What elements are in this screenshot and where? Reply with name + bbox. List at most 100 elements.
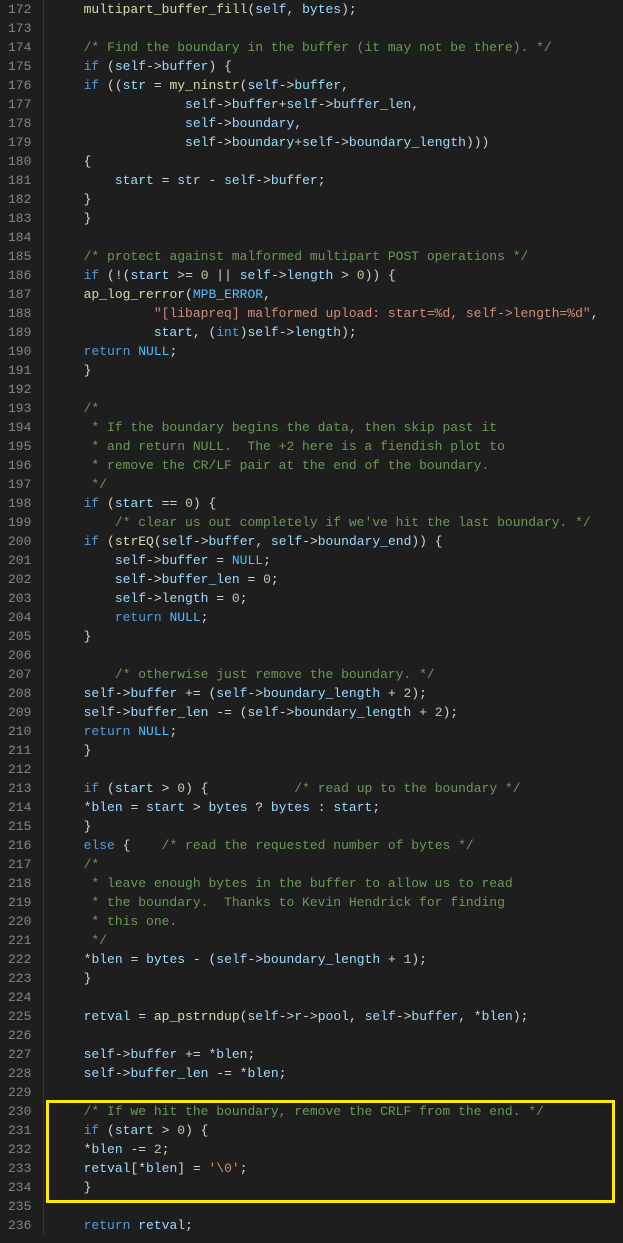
token-num: 0 [263, 572, 271, 587]
token-ws [52, 1009, 83, 1024]
token-op: } [84, 743, 92, 758]
code-line[interactable]: *blen -= 2; [52, 1140, 623, 1159]
code-line[interactable]: if (self->buffer) { [52, 57, 623, 76]
code-line[interactable]: /* protect against malformed multipart P… [52, 247, 623, 266]
token-op: , [263, 287, 271, 302]
code-line[interactable] [52, 1197, 623, 1216]
code-line[interactable]: return NULL; [52, 608, 623, 627]
code-line[interactable]: self->buffer_len -= (self->boundary_leng… [52, 703, 623, 722]
code-line[interactable]: { [52, 152, 623, 171]
code-line[interactable]: self->length = 0; [52, 589, 623, 608]
code-line[interactable]: retval[*blen] = '\0'; [52, 1159, 623, 1178]
line-number: 227 [8, 1045, 31, 1064]
code-line[interactable]: if (start > 0) { /* read up to the bound… [52, 779, 623, 798]
code-line[interactable]: self->boundary+self->boundary_length))) [52, 133, 623, 152]
code-line[interactable]: * this one. [52, 912, 623, 931]
code-line[interactable]: *blen = start > bytes ? bytes : start; [52, 798, 623, 817]
code-line[interactable]: * remove the CR/LF pair at the end of th… [52, 456, 623, 475]
code-line[interactable]: multipart_buffer_fill(self, bytes); [52, 0, 623, 19]
code-line[interactable]: /* Find the boundary in the buffer (it m… [52, 38, 623, 57]
token-op: ); [443, 705, 459, 720]
token-id: self [115, 59, 146, 74]
code-line[interactable]: if (!(start >= 0 || self->length > 0)) { [52, 266, 623, 285]
code-line[interactable]: self->boundary, [52, 114, 623, 133]
code-line[interactable]: } [52, 741, 623, 760]
code-line[interactable] [52, 1026, 623, 1045]
code-line[interactable]: } [52, 627, 623, 646]
code-line[interactable]: if (start > 0) { [52, 1121, 623, 1140]
token-id: self [185, 116, 216, 131]
code-line[interactable]: } [52, 969, 623, 988]
token-op: || [209, 268, 240, 283]
token-id: blen [216, 1047, 247, 1062]
token-ws [52, 781, 83, 796]
code-line[interactable]: * If the boundary begins the data, then … [52, 418, 623, 437]
code-line[interactable]: return NULL; [52, 722, 623, 741]
code-line[interactable] [52, 380, 623, 399]
code-line[interactable]: self->buffer = NULL; [52, 551, 623, 570]
code-line[interactable] [52, 228, 623, 247]
token-ws [52, 895, 91, 910]
code-line[interactable]: */ [52, 931, 623, 950]
code-line[interactable]: /* [52, 855, 623, 874]
token-op: -= [123, 1142, 154, 1157]
code-line[interactable]: } [52, 361, 623, 380]
code-line[interactable]: self->buffer+self->buffer_len, [52, 95, 623, 114]
code-line[interactable] [52, 19, 623, 38]
code-line[interactable]: retval = ap_pstrndup(self->r->pool, self… [52, 1007, 623, 1026]
code-line[interactable]: self->buffer += *blen; [52, 1045, 623, 1064]
code-line[interactable]: } [52, 209, 623, 228]
token-op: { [84, 154, 92, 169]
code-line[interactable]: * leave enough bytes in the buffer to al… [52, 874, 623, 893]
code-line[interactable]: } [52, 1178, 623, 1197]
token-op: , [294, 116, 302, 131]
code-line[interactable]: /* [52, 399, 623, 418]
code-line[interactable]: /* If we hit the boundary, remove the CR… [52, 1102, 623, 1121]
code-line[interactable]: if (start == 0) { [52, 494, 623, 513]
code-line[interactable]: /* otherwise just remove the boundary. *… [52, 665, 623, 684]
code-line[interactable]: start, (int)self->length); [52, 323, 623, 342]
code-line[interactable]: return NULL; [52, 342, 623, 361]
token-op: = [240, 572, 263, 587]
token-op: } [84, 629, 92, 644]
token-ws [52, 154, 83, 169]
token-op: -> [333, 135, 349, 150]
code-line[interactable]: return retval; [52, 1216, 623, 1235]
line-number: 234 [8, 1178, 31, 1197]
token-op: ) { [185, 781, 294, 796]
code-line[interactable]: if ((str = my_ninstr(self->buffer, [52, 76, 623, 95]
code-line[interactable]: self->buffer_len = 0; [52, 570, 623, 589]
token-op: ; [279, 1066, 287, 1081]
token-op: ; [271, 572, 279, 587]
code-line[interactable]: start = str - self->buffer; [52, 171, 623, 190]
code-line[interactable]: * and return NULL. The +2 here is a fien… [52, 437, 623, 456]
code-line[interactable]: self->buffer_len -= *blen; [52, 1064, 623, 1083]
token-ws [52, 876, 91, 891]
token-op: -> [216, 116, 232, 131]
token-op: ( [99, 496, 115, 511]
code-area[interactable]: multipart_buffer_fill(self, bytes); /* F… [44, 0, 623, 1235]
code-line[interactable]: } [52, 817, 623, 836]
code-line[interactable] [52, 1083, 623, 1102]
token-op: -> [193, 534, 209, 549]
code-line[interactable] [52, 646, 623, 665]
token-op: ; [248, 1047, 256, 1062]
token-id: self [84, 686, 115, 701]
token-kw: if [84, 268, 100, 283]
token-cmt: * and return NULL. The +2 here is a fien… [91, 439, 504, 454]
token-cmt: * the boundary. Thanks to Kevin Hendrick… [91, 895, 504, 910]
code-line[interactable]: */ [52, 475, 623, 494]
code-line[interactable]: } [52, 190, 623, 209]
code-line[interactable]: ap_log_rerror(MPB_ERROR, [52, 285, 623, 304]
line-number: 173 [8, 19, 31, 38]
code-line[interactable]: "[libapreq] malformed upload: start=%d, … [52, 304, 623, 323]
code-line[interactable]: else { /* read the requested number of b… [52, 836, 623, 855]
code-line[interactable] [52, 988, 623, 1007]
code-line[interactable]: * the boundary. Thanks to Kevin Hendrick… [52, 893, 623, 912]
line-number: 180 [8, 152, 31, 171]
code-line[interactable] [52, 760, 623, 779]
code-line[interactable]: *blen = bytes - (self->boundary_length +… [52, 950, 623, 969]
code-line[interactable]: self->buffer += (self->boundary_length +… [52, 684, 623, 703]
code-line[interactable]: /* clear us out completely if we've hit … [52, 513, 623, 532]
code-line[interactable]: if (strEQ(self->buffer, self->boundary_e… [52, 532, 623, 551]
